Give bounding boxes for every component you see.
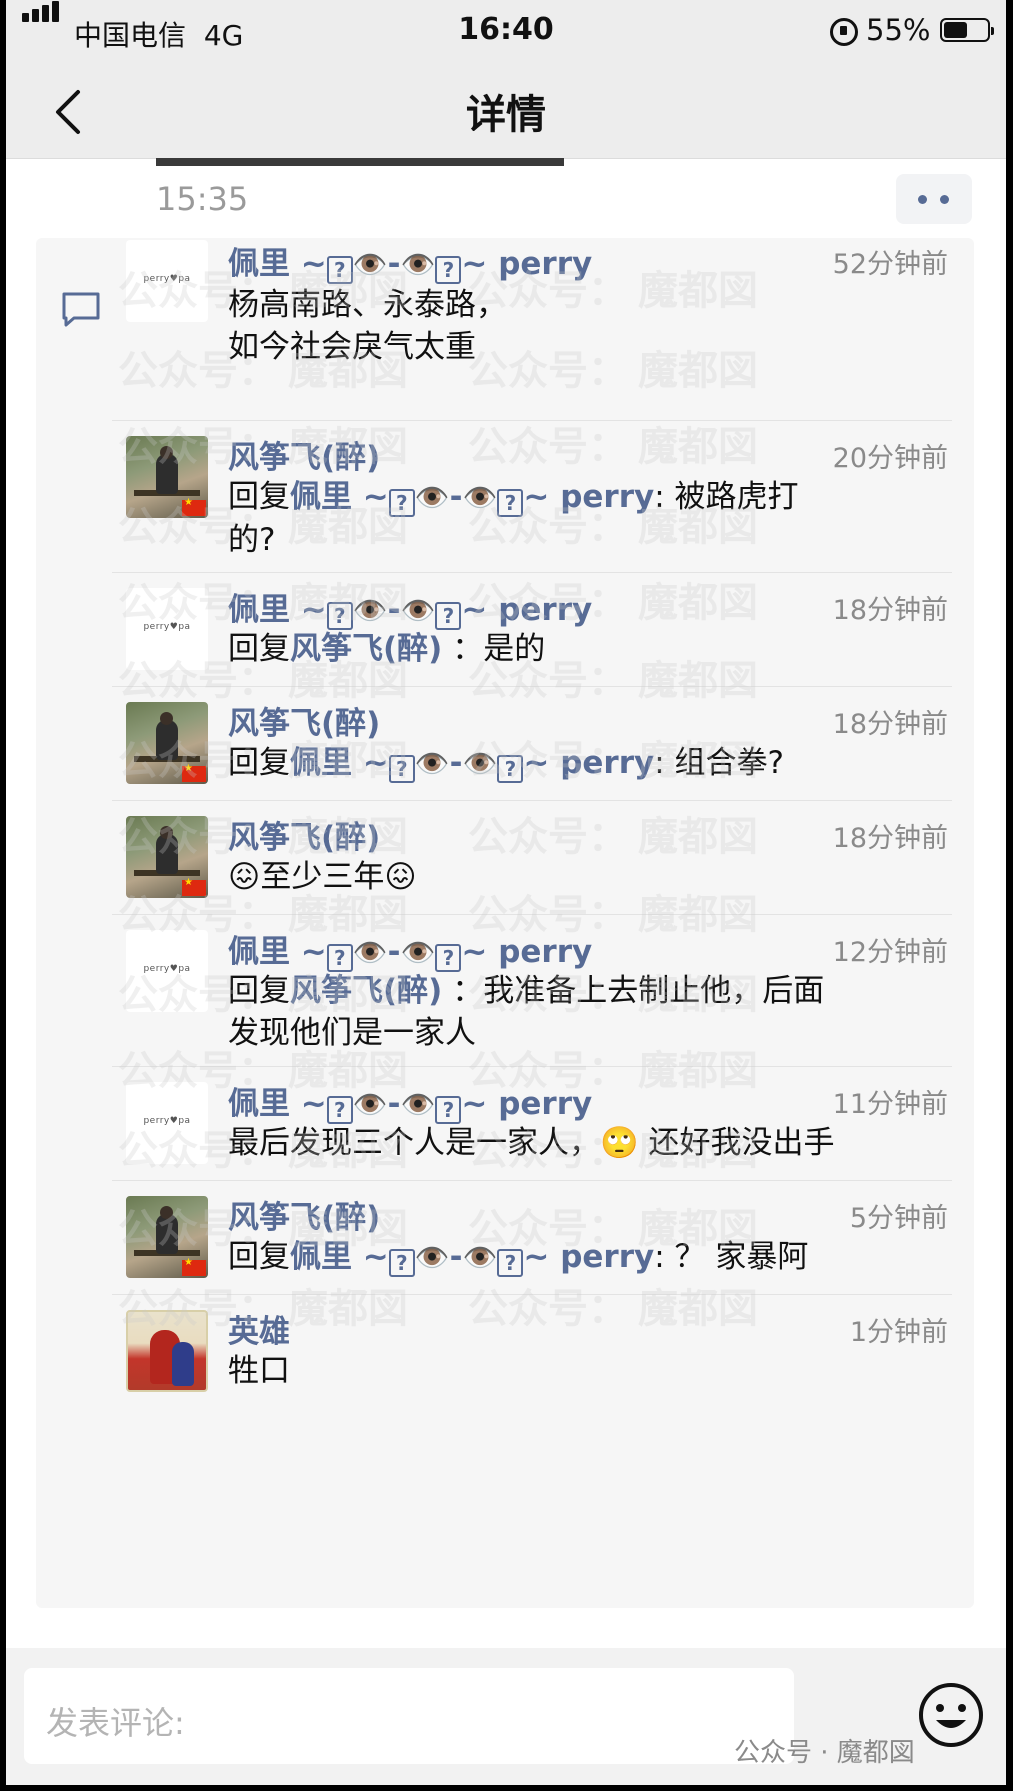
- comment-divider: [112, 914, 952, 915]
- avatar-photo-part: [160, 712, 173, 725]
- avatar-perry[interactable]: perry♥pa: [126, 240, 208, 322]
- avatar-photo-part: [156, 454, 178, 494]
- screen: 中国电信 4G 16:40 55% 详情 15:35 perry♥pa 佩里 ~?…: [6, 0, 1006, 1785]
- avatar-photo-part: [160, 446, 173, 459]
- avatar-logo-text: perry♥pa: [143, 964, 191, 974]
- post-image[interactable]: [156, 158, 564, 166]
- reply-target-link[interactable]: 风筝飞(醉): [290, 631, 442, 667]
- comment-author[interactable]: 佩里 ~? 👁️-👁️? ~ perry: [228, 1078, 592, 1124]
- page-title: 详情: [466, 92, 546, 138]
- avatar-hero[interactable]: [126, 1310, 208, 1392]
- comment-author[interactable]: 英雄: [228, 1306, 290, 1351]
- nav-bar: 详情: [6, 62, 1006, 159]
- comment-divider: [112, 420, 952, 421]
- comment-divider: [112, 686, 952, 687]
- comment-author[interactable]: 风筝飞(醉): [228, 1192, 380, 1237]
- comment-time: 18分钟前: [832, 595, 948, 626]
- smiley-icon: [919, 1683, 983, 1747]
- comment-divider: [112, 1180, 952, 1181]
- avatar-photo-part: [172, 1342, 194, 1386]
- comment-input[interactable]: 发表评论:: [24, 1668, 794, 1764]
- comment-text: 回复风筝飞(醉) ：是的: [228, 631, 546, 667]
- comment-divider: [112, 800, 952, 801]
- china-flag-icon: [182, 1257, 206, 1276]
- ellipsis-icon: [918, 195, 927, 204]
- comment-author[interactable]: 风筝飞(醉): [228, 698, 380, 743]
- comment-text: 回复风筝飞(醉) ：我准备上去制止他，后面 发现他们是一家人: [228, 973, 825, 1051]
- comment-text: 回复佩里 ~? 👁️-👁️? ~ perry: 被路虎打 的?: [228, 479, 799, 558]
- comment-author[interactable]: 风筝飞(醉): [228, 812, 380, 857]
- comments-panel: perry♥pa 佩里 ~? 👁️-👁️? ~ perry 52分钟前杨高南路、永泰路，…: [36, 238, 974, 1608]
- china-flag-icon: [182, 763, 206, 782]
- emoji-button[interactable]: [918, 1682, 984, 1748]
- avatar-logo-text: perry♥pa: [143, 274, 191, 284]
- more-button[interactable]: [896, 174, 972, 224]
- comment-author[interactable]: 佩里 ~? 👁️-👁️? ~ perry: [228, 584, 592, 630]
- avatar-perry[interactable]: perry♥pa: [126, 930, 208, 1012]
- avatar-photo-part: [160, 1206, 173, 1219]
- comment-divider: [112, 1066, 952, 1067]
- avatar-kite[interactable]: [126, 702, 208, 784]
- comment-divider: [112, 1294, 952, 1295]
- comment-item[interactable]: 风筝飞(醉) 20分钟前回复佩里 ~?👁️-👁️?~ perry: 被路虎打的?: [36, 420, 974, 572]
- ellipsis-dot: [940, 195, 949, 204]
- battery-percent: 55%: [866, 13, 931, 47]
- china-flag-icon: [182, 497, 206, 516]
- rotation-lock-icon: [830, 18, 858, 46]
- comment-time: 52分钟前: [832, 249, 948, 280]
- reply-target-link[interactable]: 佩里 ~? 👁️-👁️? ~ perry: [290, 1239, 654, 1277]
- comment-text: 回复佩里 ~? 👁️-👁️? ~ perry: ？ 家暴阿: [228, 1239, 809, 1277]
- avatar-perry[interactable]: perry♥pa: [126, 1082, 208, 1164]
- avatar-kite[interactable]: [126, 1196, 208, 1278]
- comment-item[interactable]: 风筝飞(醉) 18分钟前 😖至少三年😖: [36, 800, 974, 914]
- avatar-photo-part: [156, 834, 178, 874]
- comment-input-placeholder: 发表评论:: [46, 1704, 185, 1742]
- post-time: 15:35: [156, 180, 249, 218]
- comment-time: 12分钟前: [832, 937, 948, 968]
- avatar-perry[interactable]: perry♥pa: [126, 588, 208, 670]
- comment-text: 最后发现三个人是一家人，🙄 还好我没出手: [228, 1125, 835, 1161]
- avatar-kite[interactable]: [126, 436, 208, 518]
- avatar-logo-text: perry♥pa: [143, 622, 191, 632]
- china-flag-icon: [182, 877, 206, 896]
- comment-author[interactable]: 风筝飞(醉): [228, 432, 380, 477]
- comment-text: 牲口: [228, 1353, 290, 1389]
- avatar-photo-part: [156, 1214, 178, 1254]
- comment-divider: [112, 572, 952, 573]
- comment-time: 20分钟前: [832, 443, 948, 474]
- comment-time: 11分钟前: [832, 1089, 948, 1120]
- footer-watermark: 公众号 · 魔都図: [734, 1738, 915, 1768]
- comment-text: 回复佩里 ~? 👁️-👁️? ~ perry: 组合拳?: [228, 745, 785, 783]
- reply-target-link[interactable]: 佩里 ~? 👁️-👁️? ~ perry: [290, 479, 654, 517]
- comment-item[interactable]: perry♥pa 佩里 ~? 👁️-👁️? ~ perry 12分钟前 回复风筝飞(醉) …: [36, 914, 974, 1066]
- comment-item[interactable]: 风筝飞(醉) 5分钟前回复佩里 ~?👁️-👁️?~ perry: ？ 家暴阿: [36, 1180, 974, 1294]
- comment-item[interactable]: 英雄 1分钟前牲口: [36, 1294, 974, 1454]
- comment-text: 杨高南路、永泰路， 如今社会戾气太重: [228, 287, 507, 365]
- avatar-photo-part: [156, 720, 178, 760]
- comment-text: 😖至少三年😖: [228, 859, 417, 895]
- avatar-photo-part: [160, 826, 173, 839]
- battery-icon: [940, 18, 994, 42]
- comment-author[interactable]: 佩里 ~? 👁️-👁️? ~ perry: [228, 238, 592, 284]
- comment-time: 5分钟前: [849, 1203, 948, 1234]
- comment-item[interactable]: perry♥pa 佩里 ~? 👁️-👁️? ~ perry 18分钟前回复风筝飞(醉) …: [36, 572, 974, 686]
- reply-target-link[interactable]: 佩里 ~? 👁️-👁️? ~ perry: [290, 745, 654, 783]
- comment-author[interactable]: 佩里 ~? 👁️-👁️? ~ perry: [228, 926, 592, 972]
- comment-time: 18分钟前: [832, 709, 948, 740]
- comment-item[interactable]: 风筝飞(醉) 18分钟前回复佩里 ~?👁️-👁️?~ perry: 组合拳?: [36, 686, 974, 800]
- reply-target-link[interactable]: 风筝飞(醉): [290, 973, 442, 1009]
- avatar-kite[interactable]: [126, 816, 208, 898]
- status-bar: 中国电信 4G 16:40 55%: [6, 0, 1006, 62]
- comment-item[interactable]: perry♥pa 佩里 ~? 👁️-👁️? ~ perry 11分钟前最后发现三个人是一…: [36, 1066, 974, 1180]
- comment-time: 18分钟前: [832, 823, 948, 854]
- comment-time: 1分钟前: [849, 1317, 948, 1348]
- avatar-logo-text: perry♥pa: [143, 1116, 191, 1126]
- comment-item[interactable]: perry♥pa 佩里 ~? 👁️-👁️? ~ perry 52分钟前杨高南路、永泰路，…: [36, 238, 974, 420]
